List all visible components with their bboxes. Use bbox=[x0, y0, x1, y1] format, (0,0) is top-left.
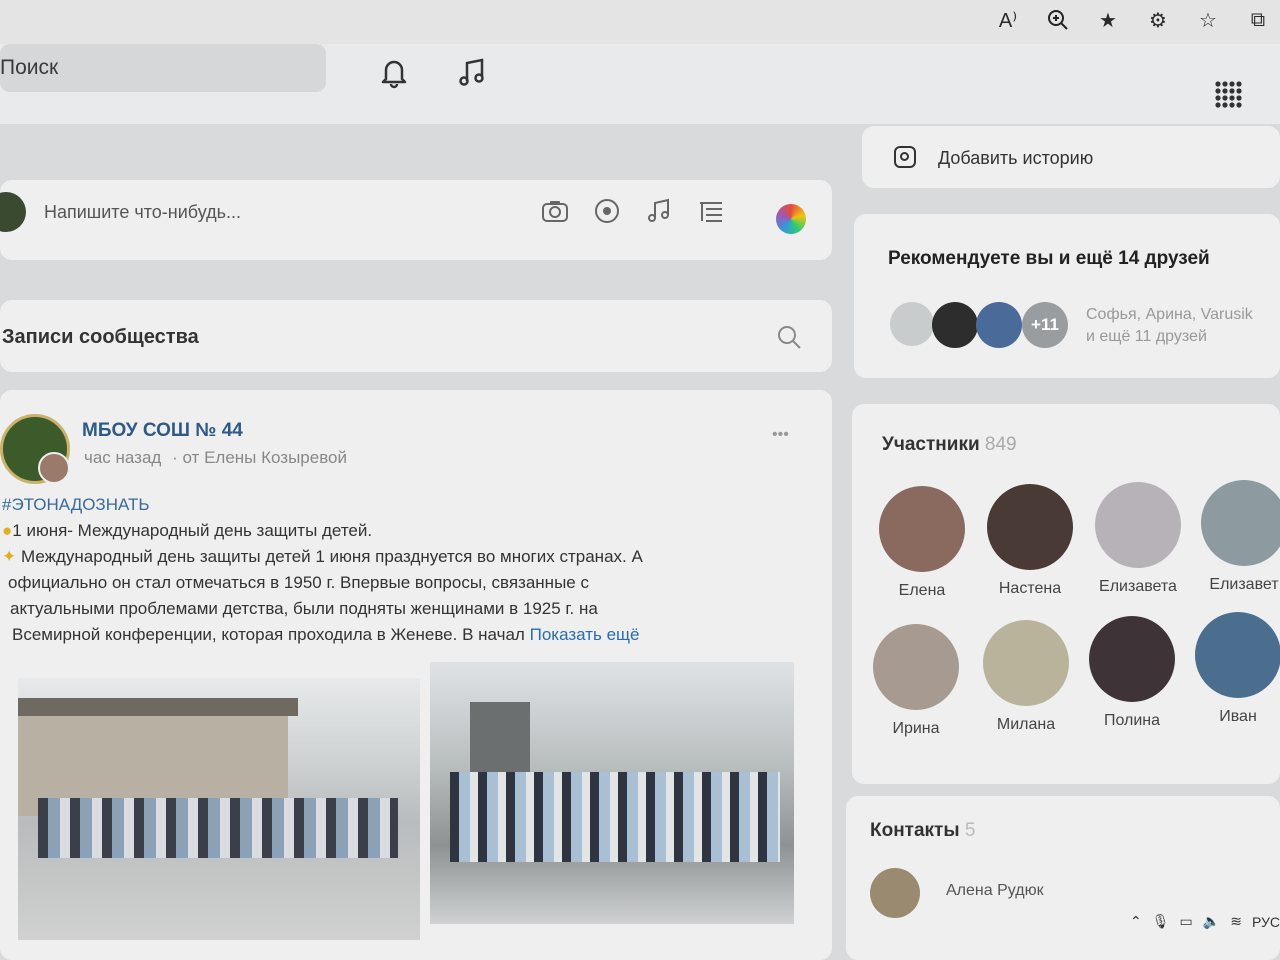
recommend-title: Рекомендуете вы и ещё 14 друзей bbox=[888, 248, 1210, 269]
music-note-icon[interactable] bbox=[644, 196, 674, 226]
color-circle-icon[interactable] bbox=[776, 204, 806, 234]
recommend-names: Софья, Арина, Varusik и ещё 11 друзей bbox=[1086, 304, 1253, 348]
post-photo-1[interactable] bbox=[18, 678, 420, 940]
post-card: МБОУ СОШ № 44 час назад · от Елены Козыр… bbox=[0, 390, 832, 960]
post-author[interactable]: МБОУ СОШ № 44 bbox=[82, 420, 243, 442]
search-placeholder: Поиск bbox=[0, 56, 59, 79]
user-avatar[interactable] bbox=[0, 192, 26, 232]
members-count: 849 bbox=[984, 434, 1017, 455]
contact-avatar[interactable] bbox=[870, 868, 920, 918]
contacts-title[interactable]: Контакты 5 bbox=[870, 820, 975, 842]
post-line-2: ✦ Международный день защиты детей 1 июня… bbox=[2, 547, 643, 566]
member-avatar[interactable] bbox=[983, 620, 1069, 706]
member-name[interactable]: Настена bbox=[980, 580, 1080, 598]
member-name[interactable]: Елена bbox=[872, 582, 972, 600]
member-avatar[interactable] bbox=[987, 484, 1073, 570]
favorite-star-icon[interactable]: ★ bbox=[1094, 6, 1122, 34]
favorites-icon[interactable]: ☆ bbox=[1194, 6, 1222, 34]
members-card: Участники 849 Елена Настена Елизавета Елиза… bbox=[852, 404, 1280, 784]
article-icon[interactable] bbox=[696, 196, 726, 226]
recommend-names-line2: и ещё 11 друзей bbox=[1086, 328, 1207, 345]
author-avatar bbox=[38, 452, 70, 484]
member-avatar[interactable] bbox=[1089, 616, 1175, 702]
chevron-up-icon[interactable]: ⌃ bbox=[1130, 913, 1142, 930]
video-icon[interactable] bbox=[592, 196, 622, 226]
wifi-icon[interactable]: ≋ bbox=[1230, 913, 1242, 930]
emoji-sparkle-icon: ✦ bbox=[2, 547, 17, 566]
post-time[interactable]: час назад bbox=[84, 448, 161, 467]
member-avatar[interactable] bbox=[1201, 480, 1280, 566]
post-photo-2[interactable] bbox=[430, 662, 794, 924]
post-line-4: актуальными проблемами детства, были под… bbox=[10, 599, 598, 618]
recommend-names-line1: Софья, Арина, Varusik bbox=[1086, 306, 1253, 323]
language-indicator[interactable]: РУС bbox=[1252, 914, 1280, 930]
member-item[interactable]: Настена bbox=[980, 484, 1080, 598]
post-hashtag[interactable]: #ЭТОНАДОЗНАТЬ bbox=[2, 492, 802, 518]
zoom-icon[interactable] bbox=[1044, 6, 1072, 34]
contacts-card: Контакты 5 Алена Рудюк bbox=[846, 796, 1280, 960]
add-story-card[interactable]: Добавить историю bbox=[862, 126, 1280, 188]
photo-group bbox=[450, 772, 780, 862]
member-item[interactable]: Полина bbox=[1082, 616, 1182, 730]
post-meta: час назад · от Елены Козыревой bbox=[84, 448, 347, 468]
member-name[interactable]: Елизавета bbox=[1088, 578, 1188, 596]
contact-name[interactable]: Алена Рудюк bbox=[946, 882, 1044, 900]
member-avatar[interactable] bbox=[873, 624, 959, 710]
microphone-icon[interactable]: 🎙 bbox=[1152, 913, 1170, 930]
friend-avatar bbox=[932, 302, 978, 348]
site-header: Поиск bbox=[0, 44, 1280, 124]
battery-icon[interactable]: ▭ bbox=[1180, 913, 1193, 930]
member-avatar[interactable] bbox=[1195, 612, 1280, 698]
search-icon[interactable] bbox=[776, 324, 802, 355]
collections-icon[interactable]: ⧉ bbox=[1244, 6, 1272, 34]
member-avatar[interactable] bbox=[1095, 482, 1181, 568]
members-title[interactable]: Участники 849 bbox=[882, 434, 1017, 456]
post-body: #ЭТОНАДОЗНАТЬ ●1 июня- Международный ден… bbox=[2, 492, 802, 648]
member-item[interactable]: Милана bbox=[976, 620, 1076, 734]
member-item[interactable]: Елена bbox=[872, 486, 972, 600]
more-friends-badge: +11 bbox=[1022, 302, 1068, 348]
extensions-icon[interactable]: ⚙ bbox=[1144, 6, 1172, 34]
read-aloud-icon[interactable]: A⁾ bbox=[994, 6, 1022, 34]
camera-avatar-icon bbox=[890, 302, 934, 346]
camera-icon[interactable] bbox=[540, 196, 570, 226]
apps-grid-icon[interactable] bbox=[1206, 72, 1250, 116]
member-item[interactable]: Ирина bbox=[866, 624, 966, 738]
composer-icons bbox=[540, 196, 726, 226]
friend-avatar bbox=[976, 302, 1022, 348]
recommend-card: Рекомендуете вы и ещё 14 друзей +11 Софь… bbox=[854, 214, 1280, 378]
member-name[interactable]: Ирина bbox=[866, 720, 966, 738]
member-name[interactable]: Милана bbox=[976, 716, 1076, 734]
member-avatar[interactable] bbox=[879, 486, 965, 572]
post-from[interactable]: · от Елены Козыревой bbox=[172, 448, 347, 467]
photo-people bbox=[38, 798, 398, 858]
post-line-3: официально он стал отмечаться в 1950 г. … bbox=[8, 573, 589, 592]
post-composer[interactable]: Напишите что-нибудь... bbox=[0, 180, 832, 260]
system-tray: ⌃ 🎙 ▭ 🔈 ≋ РУС bbox=[1130, 913, 1280, 930]
volume-icon[interactable]: 🔈 bbox=[1203, 913, 1220, 930]
member-item[interactable]: Иван bbox=[1188, 612, 1280, 726]
member-name[interactable]: Елизавет bbox=[1194, 576, 1280, 594]
community-posts-bar: Записи сообщества bbox=[0, 300, 832, 372]
composer-placeholder: Напишите что-нибудь... bbox=[44, 202, 241, 222]
browser-toolbar: A⁾ ★ ⚙ ☆ ⧉ bbox=[0, 0, 1280, 44]
photo-roof bbox=[18, 698, 298, 716]
post-line-5: Всемирной конференции, которая проходила… bbox=[12, 625, 640, 644]
post-line-1: ●1 июня- Международный день защиты детей… bbox=[2, 521, 373, 540]
emoji-sun-icon: ● bbox=[2, 521, 13, 540]
member-item[interactable]: Елизавета bbox=[1088, 482, 1188, 596]
community-posts-title: Записи сообщества bbox=[2, 326, 199, 348]
story-icon bbox=[894, 146, 916, 168]
add-story-label: Добавить историю bbox=[938, 148, 1094, 168]
search-input[interactable]: Поиск bbox=[0, 44, 326, 92]
show-more-link[interactable]: Показать ещё bbox=[530, 625, 640, 644]
bell-icon[interactable] bbox=[372, 50, 416, 94]
post-menu-button[interactable]: ••• bbox=[772, 426, 789, 444]
member-name[interactable]: Полина bbox=[1082, 712, 1182, 730]
member-item[interactable]: Елизавет bbox=[1194, 480, 1280, 594]
browser-icons: A⁾ ★ ⚙ ☆ ⧉ bbox=[994, 6, 1280, 34]
music-icon[interactable] bbox=[450, 50, 494, 94]
contacts-count: 5 bbox=[964, 820, 976, 841]
member-name[interactable]: Иван bbox=[1188, 708, 1280, 726]
